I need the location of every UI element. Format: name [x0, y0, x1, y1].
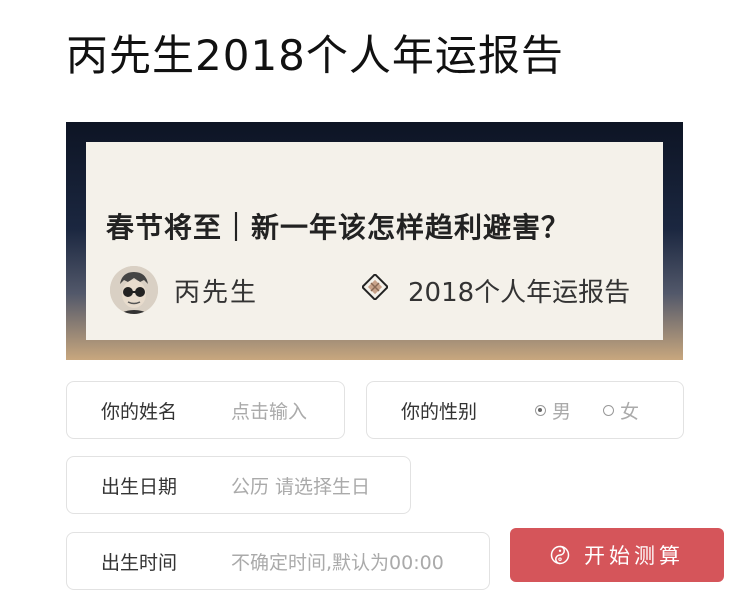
banner: 春节将至｜新一年该怎样趋利避害？ 丙先生 2018个人年运报告 [66, 122, 683, 360]
birth-date-input[interactable]: 公历 请选择生日 [231, 457, 370, 513]
gender-field: 你的性别 男 女 [366, 381, 684, 439]
yin-yang-icon [550, 545, 570, 565]
name-field[interactable]: 你的姓名 点击输入 [66, 381, 345, 439]
gender-label: 你的性别 [401, 400, 478, 423]
report-label: 2018个人年运报告 [408, 278, 631, 308]
radio-unchecked-icon [603, 404, 614, 416]
start-calculation-label: 开始测算 [584, 544, 684, 568]
start-calculation-button[interactable]: 开始测算 [510, 528, 724, 582]
name-input[interactable]: 点击输入 [231, 382, 307, 438]
birth-date-label: 出生日期 [101, 475, 178, 498]
birth-date-field[interactable]: 出生日期 公历 请选择生日 [66, 456, 411, 514]
diamond-emblem-icon [360, 272, 390, 302]
page-title: 丙先生2018个人年运报告 [66, 31, 564, 80]
name-label: 你的姓名 [101, 400, 178, 423]
birth-time-input[interactable]: 不确定时间,默认为00:00 [231, 533, 444, 589]
gender-option-female[interactable]: 女 [603, 382, 639, 438]
author-name: 丙先生 [174, 278, 259, 308]
birth-time-label: 出生时间 [101, 551, 178, 574]
banner-card: 春节将至｜新一年该怎样趋利避害？ 丙先生 2018个人年运报告 [86, 142, 663, 340]
gender-option-male[interactable]: 男 [535, 382, 571, 438]
birth-time-field[interactable]: 出生时间 不确定时间,默认为00:00 [66, 532, 490, 590]
banner-headline: 春节将至｜新一年该怎样趋利避害？ [106, 211, 571, 244]
radio-checked-icon [535, 404, 546, 416]
avatar [110, 266, 158, 314]
